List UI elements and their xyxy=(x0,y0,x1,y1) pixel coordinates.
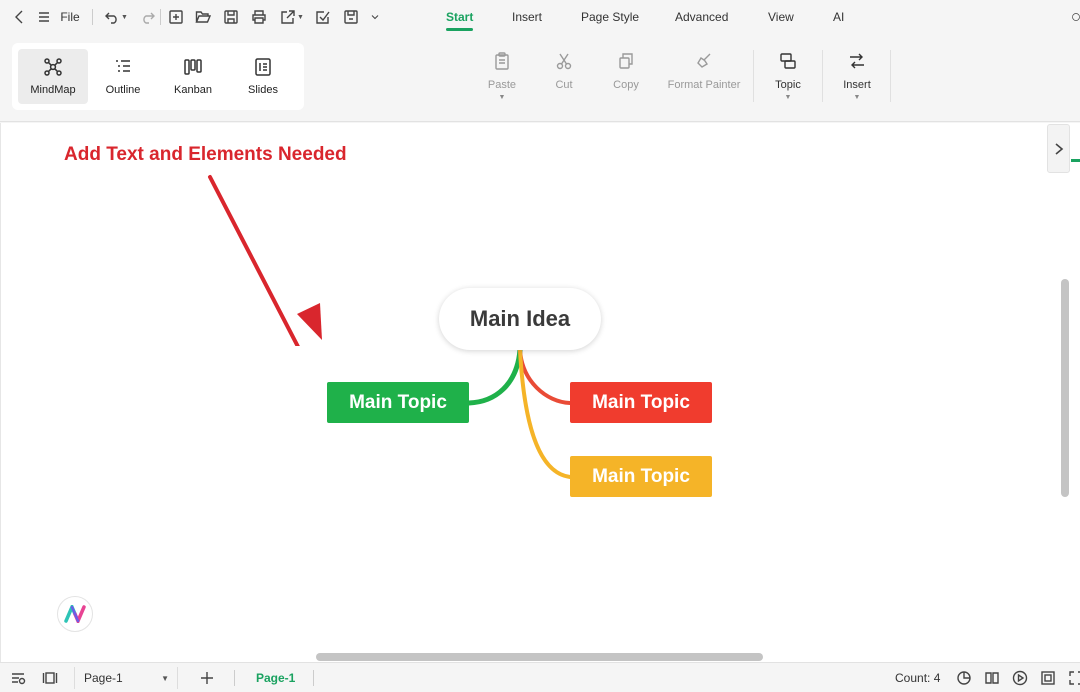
outline-icon xyxy=(116,60,130,72)
format-painter-label: Format Painter xyxy=(667,79,741,91)
copy-label: Copy xyxy=(613,79,639,91)
divider xyxy=(234,670,235,686)
divider xyxy=(753,50,754,102)
play-icon[interactable] xyxy=(1012,663,1028,692)
status-bar: Page-1 ▼ Page-1 Count: 4 xyxy=(0,662,1080,692)
page-tab-1[interactable]: Page-1 xyxy=(256,663,295,692)
branch-connectors xyxy=(466,347,572,479)
slides-view-button[interactable]: Slides xyxy=(228,49,298,104)
divider xyxy=(890,50,891,102)
mindmap-view-label: MindMap xyxy=(30,84,76,96)
print-icon[interactable] xyxy=(249,0,269,34)
divider xyxy=(160,9,161,25)
account-icon[interactable] xyxy=(1066,0,1080,34)
insert-label: Insert xyxy=(843,79,871,91)
topic-dropdown-icon[interactable]: ▼ xyxy=(785,94,792,101)
horizontal-scrollbar[interactable] xyxy=(316,653,763,661)
fit-page-icon[interactable] xyxy=(1040,663,1056,692)
chevron-down-icon: ▼ xyxy=(161,673,169,683)
theme-icon[interactable] xyxy=(956,663,972,692)
view-switcher: MindMap Outline Kanban Slides xyxy=(12,43,304,110)
paste-dropdown-icon[interactable]: ▼ xyxy=(499,94,506,101)
page-tab-label: Page-1 xyxy=(256,671,296,685)
copy-icon xyxy=(619,53,633,69)
save-icon[interactable] xyxy=(221,0,241,34)
scissors-icon xyxy=(556,53,572,70)
mindmap-view-button[interactable]: MindMap xyxy=(18,49,88,104)
slides-icon xyxy=(255,58,271,76)
main-topic-node[interactable]: Main Topic xyxy=(327,382,469,423)
divider xyxy=(313,670,314,686)
redo-icon[interactable] xyxy=(138,0,158,34)
insert-button[interactable]: Insert ▼ xyxy=(837,52,877,112)
more-chevron-icon[interactable] xyxy=(367,0,383,34)
mindmap-icon xyxy=(44,58,62,76)
new-file-icon[interactable] xyxy=(166,0,186,34)
brush-icon xyxy=(697,53,711,68)
page-view-icon[interactable] xyxy=(42,663,58,692)
cut-label: Cut xyxy=(555,79,573,91)
outline-view-label: Outline xyxy=(105,84,141,96)
kanban-view-label: Kanban xyxy=(174,84,212,96)
tab-view[interactable]: View xyxy=(768,0,794,34)
page-select-value: Page-1 xyxy=(84,671,123,685)
divider xyxy=(92,9,93,25)
insert-dropdown-icon[interactable]: ▼ xyxy=(854,94,861,101)
tab-page-style[interactable]: Page Style xyxy=(581,0,639,34)
insert-icon xyxy=(850,53,864,69)
copy-button[interactable]: Copy xyxy=(608,52,644,112)
cut-button[interactable]: Cut xyxy=(549,52,579,112)
menu-icon[interactable] xyxy=(34,0,54,34)
ribbon-toolbar: MindMap Outline Kanban Slides Paste ▼ Cu… xyxy=(0,34,1080,122)
tab-start[interactable]: Start xyxy=(446,0,474,34)
kanban-view-button[interactable]: Kanban xyxy=(158,49,228,104)
page-select[interactable]: Page-1 ▼ xyxy=(74,667,178,689)
export-icon[interactable]: ▼ xyxy=(277,0,307,34)
side-panel-toggle-button[interactable] xyxy=(1047,124,1070,173)
page-settings-icon[interactable] xyxy=(10,663,26,692)
back-icon[interactable] xyxy=(10,0,30,34)
tab-advanced[interactable]: Advanced xyxy=(675,0,728,34)
mindmap-app: File ▼ ▼ Start Insert Page Style Advance… xyxy=(0,0,1080,692)
kanban-icon xyxy=(184,59,202,75)
book-view-icon[interactable] xyxy=(984,663,1000,692)
ai-assistant-logo-icon[interactable] xyxy=(57,596,93,632)
topic-label: Topic xyxy=(775,79,801,91)
panel-accent-line xyxy=(1071,159,1080,162)
save-as-icon[interactable] xyxy=(341,0,361,34)
fullscreen-icon[interactable] xyxy=(1068,663,1080,692)
tab-insert[interactable]: Insert xyxy=(512,0,542,34)
slides-view-label: Slides xyxy=(248,84,278,96)
paste-label: Paste xyxy=(487,79,517,91)
add-page-icon[interactable] xyxy=(199,663,215,692)
open-folder-icon[interactable] xyxy=(193,0,213,34)
paste-button[interactable]: Paste ▼ xyxy=(482,52,522,112)
undo-icon[interactable]: ▼ xyxy=(101,0,131,34)
chevron-right-icon xyxy=(1054,142,1063,155)
main-topic-node[interactable]: Main Topic xyxy=(570,456,712,497)
outline-view-button[interactable]: Outline xyxy=(88,49,158,104)
format-painter-button[interactable]: Format Painter xyxy=(662,52,746,112)
main-idea-node[interactable]: Main Idea xyxy=(439,288,601,350)
main-topic-node[interactable]: Main Topic xyxy=(570,382,712,423)
mindmap-canvas[interactable]: Add Text and Elements Needed Main Idea M… xyxy=(0,123,1080,662)
tab-ai[interactable]: AI xyxy=(833,0,844,34)
clipboard-icon xyxy=(495,52,509,70)
count-label: Count: 4 xyxy=(895,671,941,685)
topic-icon xyxy=(780,53,796,69)
file-menu[interactable]: File xyxy=(58,0,82,34)
menu-bar: File ▼ ▼ Start Insert Page Style Advance… xyxy=(0,0,1080,34)
topic-button[interactable]: Topic ▼ xyxy=(769,52,807,112)
task-check-icon[interactable] xyxy=(313,0,333,34)
vertical-scrollbar[interactable] xyxy=(1061,279,1069,497)
divider xyxy=(822,50,823,102)
